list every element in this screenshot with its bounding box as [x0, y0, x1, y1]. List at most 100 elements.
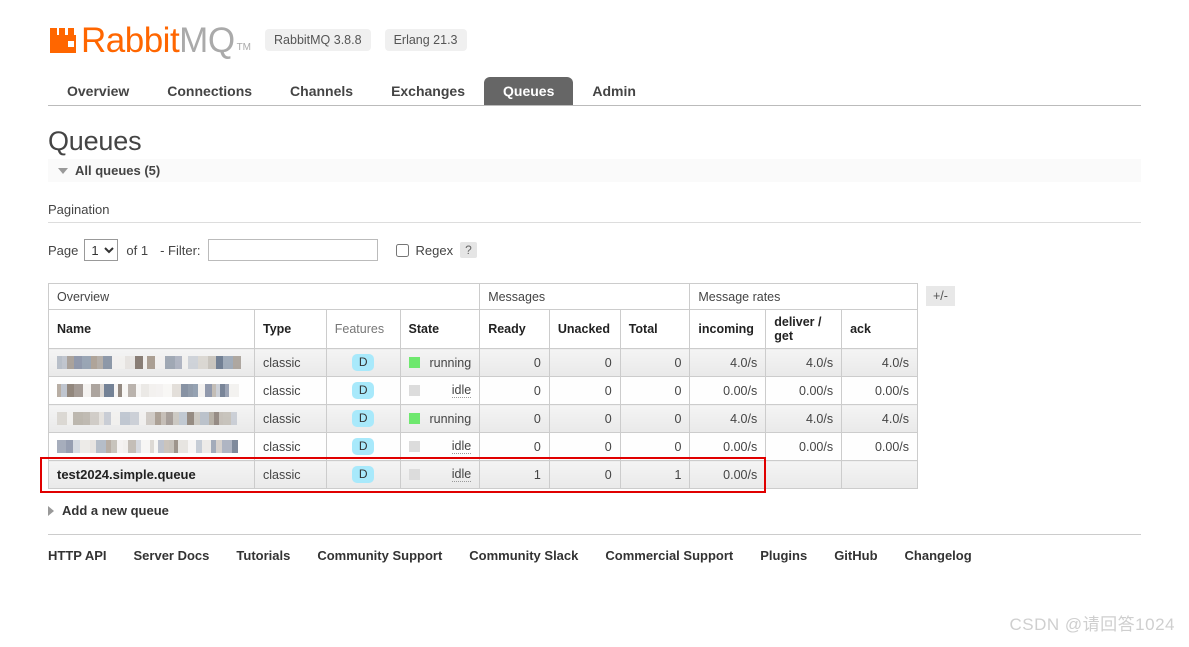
brand-wordmark: RabbitMQ [81, 23, 235, 58]
footer-link-server-docs[interactable]: Server Docs [134, 548, 210, 563]
footer-link-http-api[interactable]: HTTP API [48, 548, 107, 563]
cell-queue-type: classic [254, 460, 327, 489]
regex-label: Regex [415, 242, 454, 258]
cell-queue-name[interactable] [47, 348, 256, 377]
cell-queue-name[interactable]: test2024.simple.queue [47, 460, 256, 489]
footer-link-commercial-support[interactable]: Commercial Support [605, 548, 733, 563]
tab-channels[interactable]: Channels [271, 77, 372, 105]
cell-queue-features: D [325, 460, 401, 489]
add-queue-toggle[interactable]: Add a new queue [48, 503, 1141, 518]
regex-checkbox[interactable] [395, 243, 409, 257]
server-version-badge: RabbitMQ 3.8.8 [265, 29, 371, 51]
durable-badge[interactable]: D [351, 438, 375, 455]
column-header-features: Features [325, 309, 401, 349]
redacted-queue-name [57, 383, 246, 398]
column-header-type[interactable]: Type [254, 309, 327, 349]
column-header-total[interactable]: Total [619, 309, 691, 349]
regex-help-icon[interactable]: ? [460, 242, 477, 258]
cell-incoming-rate: 0.00/s [689, 376, 767, 405]
state-indicator-icon [408, 441, 420, 452]
column-header-unacked[interactable]: Unacked [548, 309, 621, 349]
state-indicator-icon [408, 469, 420, 480]
brand-header: RabbitMQ TM RabbitMQ 3.8.8 Erlang 21.3 [48, 0, 1141, 58]
tab-exchanges[interactable]: Exchanges [372, 77, 484, 105]
column-header-deliver-get[interactable]: deliver / get [765, 309, 843, 349]
cell-unacked: 0 [548, 376, 621, 405]
queue-name-link[interactable]: test2024.simple.queue [57, 467, 196, 482]
all-queues-section-toggle[interactable]: All queues (5) [48, 159, 1141, 182]
cell-unacked: 0 [548, 404, 621, 433]
table-row[interactable]: classic Drunning 0 0 0 4.0/s 4.0/s 4.0/s [47, 348, 918, 377]
group-header-overview: Overview [47, 283, 481, 310]
chevron-right-icon [48, 505, 54, 516]
filter-controls: Page 1 of 1 - Filter: Regex ? [48, 237, 1141, 263]
cell-queue-features: D [325, 404, 401, 433]
tab-queues[interactable]: Queues [484, 77, 574, 105]
cell-ack-rate [841, 460, 918, 489]
toggle-columns-button[interactable]: +/- [926, 286, 955, 306]
footer-link-community-slack[interactable]: Community Slack [469, 548, 578, 563]
add-queue-label: Add a new queue [62, 503, 169, 518]
cell-queue-name[interactable] [47, 404, 256, 433]
footer-link-community-support[interactable]: Community Support [317, 548, 442, 563]
table-row[interactable]: classic Drunning 0 0 0 4.0/s 4.0/s 4.0/s [47, 404, 918, 433]
tab-overview[interactable]: Overview [48, 77, 148, 105]
cell-queue-features: D [325, 432, 401, 461]
cell-queue-name[interactable] [47, 432, 256, 461]
cell-ack-rate: 0.00/s [841, 432, 918, 461]
chevron-down-icon [58, 167, 68, 174]
column-header-state[interactable]: State [399, 309, 481, 349]
trademark-mark: TM [236, 42, 252, 53]
page-count-label: of 1 [126, 242, 149, 258]
cell-total: 0 [619, 348, 691, 377]
footer-link-changelog[interactable]: Changelog [905, 548, 972, 563]
tab-connections[interactable]: Connections [148, 77, 271, 105]
cell-queue-name[interactable] [47, 376, 256, 405]
tab-admin[interactable]: Admin [573, 77, 655, 105]
queues-table-wrapper: +/- Overview Messages Message rates Name… [39, 283, 1141, 493]
redacted-queue-name [57, 411, 246, 426]
table-row[interactable]: classic Didle 0 0 0 0.00/s 0.00/s 0.00/s [47, 432, 918, 461]
footer-links: HTTP API Server Docs Tutorials Community Su… [48, 534, 1141, 563]
cell-incoming-rate: 4.0/s [689, 404, 767, 433]
column-header-incoming[interactable]: incoming [689, 309, 767, 349]
page-title: Queues [48, 126, 142, 156]
column-header-name[interactable]: Name [47, 309, 256, 349]
table-group-header-row: Overview Messages Message rates [47, 283, 918, 310]
cell-total: 0 [619, 432, 691, 461]
durable-badge[interactable]: D [351, 410, 375, 427]
redacted-queue-name [57, 355, 246, 370]
queues-table: Overview Messages Message rates Name Typ… [47, 283, 918, 489]
main-navigation: Overview Connections Channels Exchanges … [48, 74, 1141, 106]
queues-table-body: classic Drunning 0 0 0 4.0/s 4.0/s 4.0/s classic… [47, 348, 918, 489]
cell-unacked: 0 [548, 432, 621, 461]
column-header-ready[interactable]: Ready [479, 309, 550, 349]
brand-name-secondary: MQ [179, 20, 235, 60]
cell-ready: 0 [479, 348, 550, 377]
cell-ready: 0 [479, 404, 550, 433]
state-indicator-icon [408, 413, 420, 424]
cell-queue-type: classic [254, 432, 327, 461]
durable-badge[interactable]: D [351, 466, 375, 483]
cell-deliver-get-rate: 4.0/s [765, 404, 843, 433]
durable-badge[interactable]: D [351, 354, 375, 371]
filter-input[interactable] [207, 239, 378, 261]
cell-queue-state: idle [399, 432, 481, 461]
cell-deliver-get-rate: 0.00/s [765, 376, 843, 405]
footer-link-github[interactable]: GitHub [834, 548, 877, 563]
table-row[interactable]: classic Didle 0 0 0 0.00/s 0.00/s 0.00/s [47, 376, 918, 405]
column-header-ack[interactable]: ack [841, 309, 918, 349]
page-label: Page [48, 242, 79, 258]
cell-queue-features: D [325, 348, 401, 377]
state-label: idle [451, 439, 472, 454]
cell-ready: 0 [479, 432, 550, 461]
footer-link-plugins[interactable]: Plugins [760, 548, 807, 563]
table-row[interactable]: test2024.simple.queue classic Didle 1 0 1 0.00… [47, 460, 918, 489]
cell-queue-type: classic [254, 404, 327, 433]
footer-link-tutorials[interactable]: Tutorials [236, 548, 290, 563]
filter-label: - Filter: [160, 242, 201, 258]
durable-badge[interactable]: D [351, 382, 375, 399]
group-header-message-rates: Message rates [689, 283, 918, 310]
cell-unacked: 0 [548, 460, 621, 489]
page-select[interactable]: 1 [84, 239, 119, 261]
